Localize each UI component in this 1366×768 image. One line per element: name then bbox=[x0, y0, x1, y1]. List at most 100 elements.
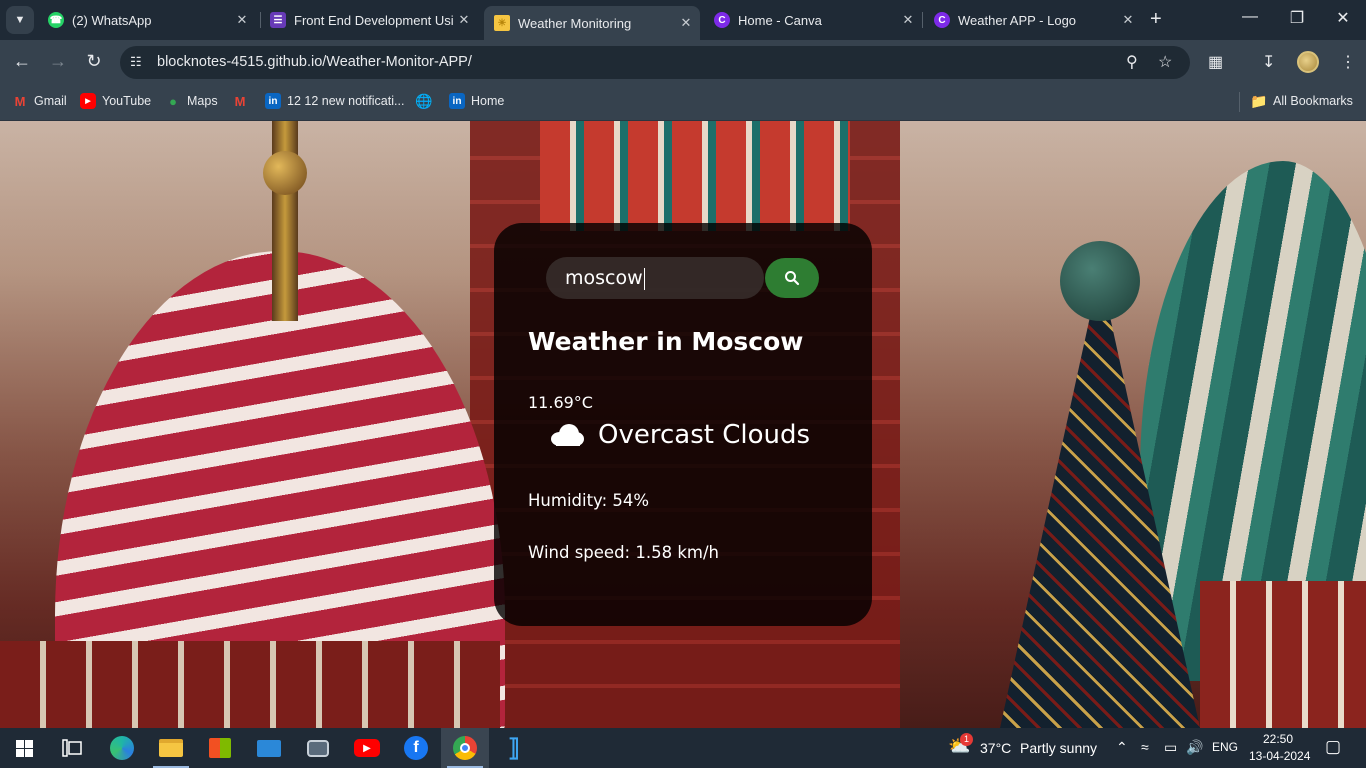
store-icon bbox=[209, 738, 231, 758]
battery-icon[interactable]: ▭ bbox=[1164, 739, 1177, 756]
site-settings-icon[interactable]: ☷ bbox=[130, 54, 146, 70]
search-button[interactable] bbox=[765, 258, 819, 298]
background-dome-bulb bbox=[263, 151, 307, 195]
bookmark-label: All Bookmarks bbox=[1273, 94, 1353, 108]
new-tab-button[interactable]: + bbox=[1150, 9, 1162, 29]
taskbar-edge[interactable] bbox=[98, 728, 146, 768]
url-text[interactable]: blocknotes-4515.github.io/Weather-Monito… bbox=[157, 54, 472, 70]
bookmark-label: Home bbox=[471, 94, 505, 108]
search-input[interactable]: moscow bbox=[546, 257, 764, 299]
weather-condition[interactable]: Partly sunny bbox=[1020, 740, 1097, 756]
bookmark-label: YouTube bbox=[102, 94, 152, 108]
volume-icon[interactable]: 🔊 bbox=[1186, 739, 1203, 756]
tab-weather-monitoring[interactable]: ☀ Weather Monitoring ✕ bbox=[484, 6, 700, 40]
tab-title: Front End Development Usin bbox=[294, 12, 454, 28]
close-icon[interactable]: ✕ bbox=[1118, 12, 1138, 28]
tab-front-end-development[interactable]: ☰ Front End Development Usin ✕ bbox=[260, 6, 478, 34]
bookmark-youtube[interactable]: ▶ YouTube bbox=[80, 93, 151, 109]
weather-sun-icon: ☀ bbox=[494, 15, 510, 31]
bookmark-maps[interactable]: ● Maps bbox=[165, 93, 218, 109]
temperature-value: 11.69°C bbox=[528, 393, 593, 412]
tab-whatsapp[interactable]: ☎ (2) WhatsApp ✕ bbox=[38, 6, 256, 34]
tab-title: Weather APP - Logo bbox=[958, 12, 1077, 28]
facebook-icon: f bbox=[404, 736, 428, 760]
maps-icon: ● bbox=[169, 93, 177, 109]
weather-description: Overcast Clouds bbox=[598, 420, 811, 450]
taskbar-youtube[interactable]: ▶ bbox=[343, 728, 391, 768]
zoom-icon[interactable]: ⚲ bbox=[1126, 52, 1138, 72]
language-indicator[interactable]: ENG bbox=[1212, 740, 1238, 754]
more-menu-icon[interactable]: ⋮ bbox=[1340, 52, 1356, 72]
chevron-down-icon: ▼ bbox=[14, 14, 26, 26]
download-icon[interactable]: ↧ bbox=[1262, 52, 1275, 72]
browser-toolbar: ← → ↻ ☷ blocknotes-4515.github.io/Weathe… bbox=[0, 40, 1366, 85]
background-tower-top bbox=[540, 121, 850, 231]
close-icon[interactable]: ✕ bbox=[454, 12, 474, 28]
all-bookmarks-button[interactable]: 📁 All Bookmarks bbox=[1250, 92, 1353, 109]
tab-search-dropdown[interactable]: ▼ bbox=[6, 6, 34, 34]
close-icon[interactable]: ✕ bbox=[676, 15, 696, 31]
back-button[interactable]: ← bbox=[10, 51, 34, 72]
youtube-icon: ▶ bbox=[80, 93, 96, 109]
address-bar[interactable]: ☷ blocknotes-4515.github.io/Weather-Moni… bbox=[120, 46, 1190, 79]
clock-time[interactable]: 22:50 bbox=[1263, 732, 1293, 746]
bookmark-label: Gmail bbox=[34, 94, 67, 108]
globe-icon: 🌐 bbox=[415, 92, 433, 109]
chevron-up-icon[interactable]: ⌃ bbox=[1116, 739, 1128, 756]
reload-button[interactable]: ↻ bbox=[82, 51, 106, 72]
notifications-icon[interactable]: ▢ bbox=[1325, 737, 1341, 757]
close-window-button[interactable]: ✕ bbox=[1333, 8, 1353, 28]
bookmark-globe[interactable]: 🌐 bbox=[415, 92, 438, 109]
extensions-icon[interactable]: ▦ bbox=[1208, 52, 1223, 72]
start-button[interactable] bbox=[0, 728, 48, 768]
wind-speed-value: Wind speed: 1.58 km/h bbox=[528, 543, 719, 562]
forward-button[interactable]: → bbox=[46, 51, 70, 72]
wifi-icon[interactable]: ≈ bbox=[1141, 739, 1149, 755]
weather-card: moscow Weather in Moscow 11.69°C Overcas… bbox=[494, 223, 872, 626]
tab-weather-app-logo[interactable]: C Weather APP - Logo ✕ bbox=[924, 6, 1142, 34]
avatar[interactable] bbox=[1297, 51, 1319, 73]
clock-date[interactable]: 13-04-2024 bbox=[1249, 749, 1310, 763]
windows-logo-icon bbox=[15, 739, 33, 757]
tab-title: (2) WhatsApp bbox=[72, 12, 152, 28]
close-icon: ✕ bbox=[1336, 10, 1350, 27]
city-title: Weather in Moscow bbox=[528, 327, 804, 356]
humidity-value: Humidity: 54% bbox=[528, 491, 650, 510]
minimize-button[interactable]: — bbox=[1240, 8, 1260, 26]
search-icon bbox=[785, 271, 800, 286]
taskbar-store[interactable] bbox=[196, 728, 244, 768]
bookmark-gmail[interactable]: M Gmail bbox=[12, 93, 67, 109]
linkedin-icon: in bbox=[265, 93, 281, 109]
gmail-icon: M bbox=[14, 93, 26, 109]
taskbar-file-explorer[interactable] bbox=[147, 728, 195, 768]
folder-icon: 📁 bbox=[1250, 92, 1268, 109]
minimize-icon: — bbox=[1242, 8, 1258, 25]
chrome-icon bbox=[453, 736, 477, 760]
linkedin-icon: in bbox=[449, 93, 465, 109]
close-icon[interactable]: ✕ bbox=[232, 12, 252, 28]
weather-temperature[interactable]: 37°C bbox=[980, 740, 1011, 756]
bookmark-star-icon[interactable]: ☆ bbox=[1158, 52, 1172, 72]
close-icon[interactable]: ✕ bbox=[898, 12, 918, 28]
taskbar-chrome[interactable] bbox=[441, 728, 489, 768]
taskbar-camera[interactable] bbox=[294, 728, 342, 768]
task-view-icon bbox=[62, 739, 82, 757]
reload-icon: ↻ bbox=[86, 51, 102, 71]
restore-button[interactable]: ❐ bbox=[1287, 8, 1307, 28]
task-view-button[interactable] bbox=[48, 728, 96, 768]
taskbar-facebook[interactable]: f bbox=[392, 728, 440, 768]
weather-badge: 1 bbox=[960, 733, 973, 746]
restore-icon: ❐ bbox=[1289, 10, 1305, 27]
youtube-icon: ▶ bbox=[354, 739, 380, 757]
taskbar-mail[interactable] bbox=[245, 728, 293, 768]
taskbar-vscode[interactable]: ⟧ bbox=[490, 728, 538, 768]
bookmarks-bar: M Gmail ▶ YouTube ● Maps M in 12 12 new … bbox=[0, 85, 1366, 121]
background-base bbox=[1200, 581, 1366, 728]
tab-home-canva[interactable]: C Home - Canva ✕ bbox=[704, 6, 922, 34]
bookmark-linkedin-home[interactable]: in Home bbox=[449, 93, 504, 109]
bookmark-linkedin-notifications[interactable]: in 12 12 new notificati... bbox=[265, 93, 404, 109]
bookmark-gmail-2[interactable]: M bbox=[232, 93, 254, 109]
cloud-icon bbox=[551, 424, 584, 446]
weather-page: moscow Weather in Moscow 11.69°C Overcas… bbox=[0, 121, 1366, 728]
bookmark-label: Maps bbox=[187, 94, 218, 108]
